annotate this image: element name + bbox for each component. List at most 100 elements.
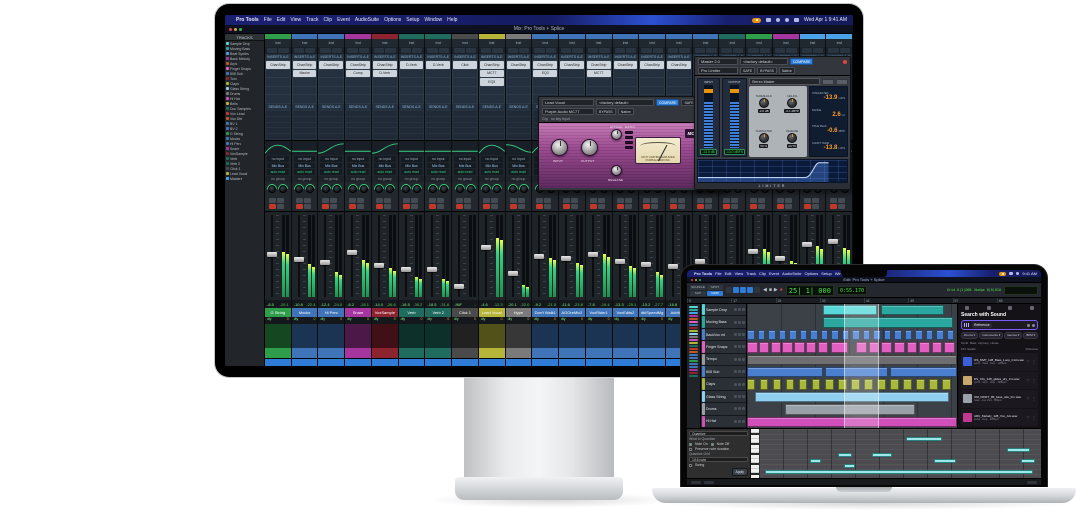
m-button[interactable]	[410, 198, 418, 203]
menu-item-audiosuite[interactable]: AudioSuite	[355, 17, 379, 23]
mc77-release-knob[interactable]	[611, 165, 622, 176]
record-button[interactable]	[643, 204, 651, 209]
mini-track[interactable]	[689, 351, 698, 353]
insert-slot[interactable]: Comp	[346, 69, 370, 78]
mixer-strip[interactable]: inst INSERTS A-E ChanStrip Maxim SENDS A-E no…	[291, 34, 319, 366]
io-row[interactable]: auto read	[427, 169, 450, 176]
send-slot[interactable]	[506, 128, 531, 134]
send-slot[interactable]	[453, 116, 477, 122]
io-button[interactable]	[385, 48, 396, 53]
mc77-preset-selector[interactable]: <factory default>	[596, 98, 654, 106]
io-button[interactable]	[786, 48, 797, 53]
send-slot[interactable]	[266, 134, 290, 139]
insert-slot[interactable]: EQ3	[533, 69, 558, 78]
io-button[interactable]	[774, 48, 786, 53]
mini-track[interactable]	[689, 318, 698, 320]
insert-slot[interactable]	[453, 95, 477, 103]
track-header[interactable]: Sample Drop	[701, 304, 746, 317]
audio-clip[interactable]	[825, 379, 834, 390]
record-button[interactable]	[563, 204, 571, 209]
a-button[interactable]	[277, 204, 284, 209]
io-button[interactable]	[320, 48, 331, 53]
insert-slot[interactable]: ChanStrip	[372, 61, 397, 69]
insert-slot[interactable]	[453, 86, 477, 95]
insert-slot[interactable]	[586, 78, 611, 86]
send-slot[interactable]	[346, 122, 370, 128]
swing-checkbox[interactable]	[689, 463, 692, 467]
insert-slot[interactable]	[506, 95, 531, 103]
insert-slot[interactable]: Click	[453, 61, 477, 69]
menu-item-clip[interactable]: Clip	[323, 17, 332, 23]
send-slot[interactable]	[292, 122, 317, 128]
io-button[interactable]	[278, 48, 289, 53]
io-row[interactable]: auto read	[320, 169, 343, 176]
insert-slot[interactable]	[533, 78, 558, 86]
io-row[interactable]: auto read	[454, 169, 476, 176]
fader-section[interactable]	[398, 211, 425, 300]
record-button[interactable]	[295, 204, 303, 209]
more-icon[interactable]: ⋮	[1032, 396, 1036, 401]
io-button[interactable]	[668, 48, 679, 53]
io-button[interactable]	[828, 48, 839, 53]
fader-cap[interactable]	[668, 263, 679, 269]
s-button[interactable]	[696, 198, 704, 203]
mc77-group-label[interactable]: Grp	[542, 117, 548, 121]
insert-slot[interactable]	[613, 78, 638, 86]
io-row[interactable]: no input	[373, 156, 396, 162]
m-button[interactable]	[303, 198, 311, 203]
menu-item-help[interactable]: Help	[447, 17, 457, 23]
pan-knob[interactable]	[413, 185, 422, 193]
audio-clip[interactable]	[812, 379, 821, 390]
fader-section[interactable]	[452, 211, 478, 300]
a-button[interactable]	[651, 204, 659, 209]
record-button[interactable]	[734, 395, 737, 399]
io-button[interactable]	[587, 48, 599, 53]
pan-knob[interactable]	[519, 185, 528, 193]
m-button[interactable]	[651, 198, 659, 203]
io-button[interactable]	[694, 48, 706, 53]
tiny-button[interactable]	[625, 131, 633, 134]
insert-slot[interactable]: D-Verb	[372, 69, 397, 78]
record-button[interactable]	[734, 308, 737, 312]
insert-slot[interactable]: ChanStrip	[266, 61, 290, 69]
mini-track[interactable]	[689, 327, 698, 329]
a-button[interactable]	[704, 204, 712, 209]
insert-slot[interactable]: Maxim	[292, 69, 317, 78]
audio-clip[interactable]	[822, 317, 953, 328]
audio-clip[interactable]	[889, 367, 957, 378]
io-button[interactable]	[358, 48, 369, 53]
record-button[interactable]	[803, 204, 811, 209]
mute-button[interactable]	[742, 357, 745, 361]
track-header[interactable]: BackVox ed	[701, 328, 746, 342]
menu-item-options[interactable]: Options	[804, 271, 818, 276]
settings-icon[interactable]	[1029, 306, 1034, 310]
send-slot[interactable]	[479, 128, 504, 134]
send-slot[interactable]	[346, 134, 370, 139]
send-slot[interactable]	[319, 134, 344, 139]
io-row[interactable]: auto read	[373, 169, 396, 176]
pan-knob[interactable]	[375, 185, 384, 193]
insert-slot[interactable]: ChanStrip	[479, 61, 504, 69]
audio-clip[interactable]	[946, 329, 955, 341]
io-row[interactable]: no input	[427, 156, 450, 162]
audio-clip[interactable]	[916, 379, 925, 390]
more-icon[interactable]: ⋮	[1032, 415, 1036, 420]
mute-button[interactable]	[742, 407, 745, 411]
track-header[interactable]: Hi Hat	[701, 415, 746, 429]
mini-track[interactable]	[689, 315, 698, 317]
mixer-strip[interactable]: instINSERTS A-EChanStripCompSENDS A-Eno …	[345, 34, 372, 366]
send-slot[interactable]	[479, 134, 504, 139]
io-button[interactable]	[293, 48, 305, 53]
io-button[interactable]	[572, 48, 583, 53]
pan-knob[interactable]	[279, 185, 288, 193]
mc77-plugin-selector[interactable]: Purple Audio MC77	[542, 108, 594, 115]
insert-slot[interactable]: D-Verb	[426, 61, 451, 69]
fader-section[interactable]	[505, 211, 532, 300]
home-icon[interactable]	[986, 306, 991, 310]
track-header[interactable]: Finger Snaps	[701, 341, 746, 354]
a-button[interactable]	[811, 204, 819, 209]
mixer-strip[interactable]: inst INSERTS A-E ChanStrip MC77 EQ3 SENDS A-E…	[478, 34, 506, 366]
audio-clip[interactable]	[747, 379, 756, 390]
track-header[interactable]: 808 Sub	[701, 366, 746, 379]
send-slot[interactable]	[266, 111, 290, 116]
